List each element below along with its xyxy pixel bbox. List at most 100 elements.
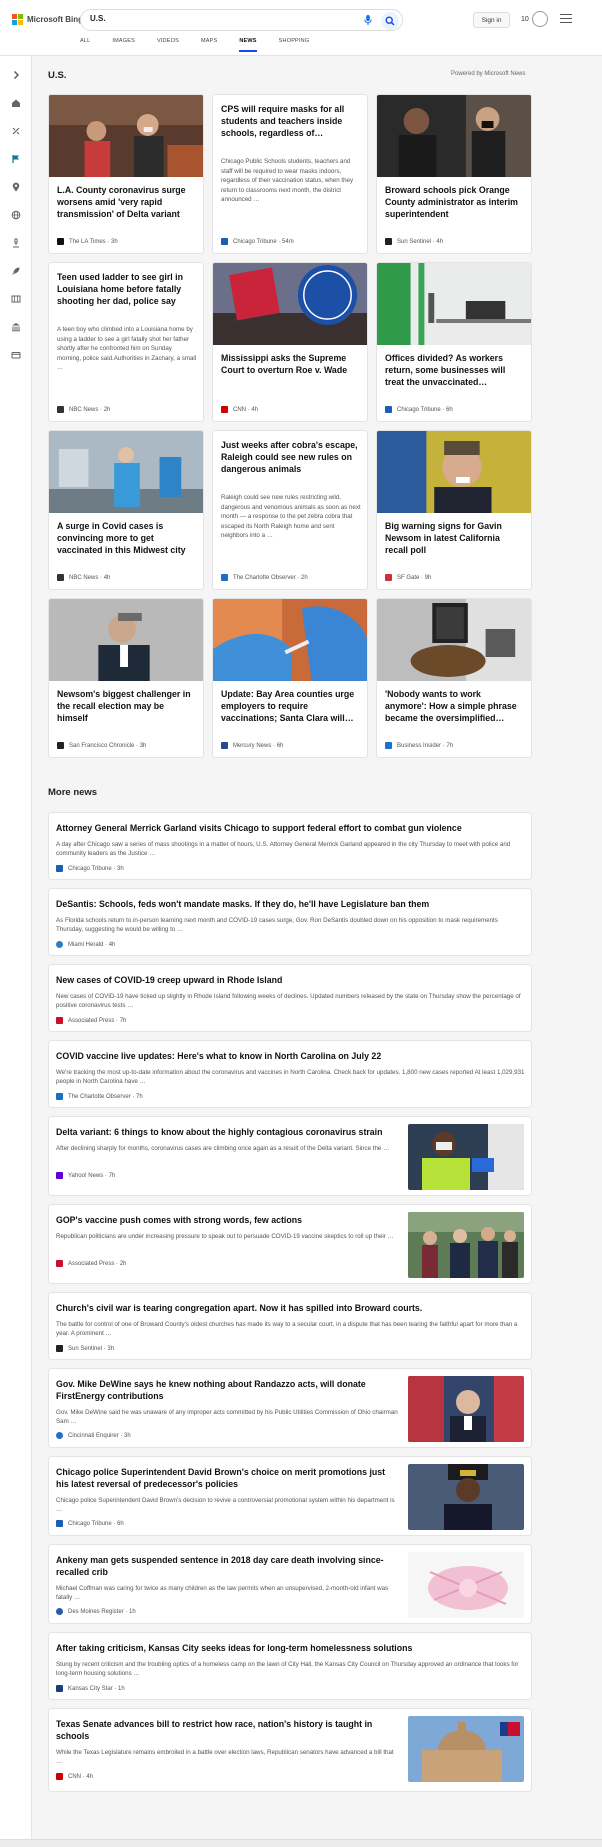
card-icon[interactable] xyxy=(11,350,21,360)
home-icon[interactable] xyxy=(11,98,21,108)
flag-icon[interactable] xyxy=(11,154,21,164)
microscope-icon[interactable] xyxy=(11,238,21,248)
news-card[interactable]: L.A. County coronavirus surge worsens am… xyxy=(48,94,204,254)
news-item-title[interactable]: Ankeny man gets suspended sentence in 20… xyxy=(56,1554,396,1578)
news-item-title[interactable]: Chicago police Superintendent David Brow… xyxy=(56,1466,396,1490)
news-item-source: Cincinnati Enquirer · 3h xyxy=(56,1432,131,1439)
news-item-snippet: As Florida schools return to in-person l… xyxy=(56,917,498,934)
tab-videos[interactable]: VIDEOS xyxy=(157,38,179,52)
source-logo-icon xyxy=(385,742,392,749)
news-card[interactable]: Offices divided? As workers return, some… xyxy=(376,262,532,422)
news-list-item[interactable]: New cases of COVID-19 creep upward in Rh… xyxy=(48,964,532,1032)
news-item-title[interactable]: Church's civil war is tearing congregati… xyxy=(56,1302,524,1314)
news-list-item[interactable]: GOP's vaccine push comes with strong wor… xyxy=(48,1204,532,1284)
card-title[interactable]: L.A. County coronavirus surge worsens am… xyxy=(57,184,197,220)
news-card[interactable]: Newsom's biggest challenger in the recal… xyxy=(48,598,204,758)
news-item-title[interactable]: After taking criticism, Kansas City seek… xyxy=(56,1642,524,1654)
search-box xyxy=(80,9,403,31)
source-logo-icon xyxy=(57,238,64,245)
card-title[interactable]: Newsom's biggest challenger in the recal… xyxy=(57,688,197,724)
tab-shopping[interactable]: SHOPPING xyxy=(279,38,310,52)
tab-images[interactable]: IMAGES xyxy=(112,38,135,52)
globe-icon[interactable] xyxy=(11,210,21,220)
news-image xyxy=(213,599,367,681)
news-item-title[interactable]: Attorney General Merrick Garland visits … xyxy=(56,822,524,834)
bing-logo[interactable]: Microsoft Bing xyxy=(12,14,83,25)
search-input[interactable] xyxy=(90,14,330,23)
news-image xyxy=(377,263,531,345)
news-list-item[interactable]: After taking criticism, Kansas City seek… xyxy=(48,1632,532,1700)
tab-news[interactable]: NEWS xyxy=(239,38,257,52)
news-list-item[interactable]: Texas Senate advances bill to restrict h… xyxy=(48,1708,532,1792)
card-title[interactable]: Update: Bay Area counties urge employers… xyxy=(221,688,361,724)
rewards-count: 10 xyxy=(521,16,529,23)
news-card[interactable]: Just weeks after cobra's escape, Raleigh… xyxy=(212,430,368,590)
news-item-title[interactable]: Delta variant: 6 things to know about th… xyxy=(56,1126,396,1138)
hamburger-menu-icon[interactable] xyxy=(560,14,572,24)
news-item-source: The Charlotte Observer · 7h xyxy=(56,1093,143,1100)
card-title[interactable]: CPS will require masks for all students … xyxy=(221,103,361,139)
card-title[interactable]: Just weeks after cobra's escape, Raleigh… xyxy=(221,439,361,475)
source-logo-icon xyxy=(56,1017,63,1024)
card-title[interactable]: Teen used ladder to see girl in Louisian… xyxy=(57,271,197,307)
news-card[interactable]: Teen used ladder to see girl in Louisian… xyxy=(48,262,204,422)
news-item-title[interactable]: Gov. Mike DeWine says he knew nothing ab… xyxy=(56,1378,396,1402)
source-logo-icon xyxy=(56,941,63,948)
card-snippet: Chicago Public Schools students, teacher… xyxy=(221,158,354,203)
news-card[interactable]: Mississippi asks the Supreme Court to ov… xyxy=(212,262,368,422)
rocket-icon[interactable] xyxy=(11,266,21,276)
news-card[interactable]: A surge in Covid cases is convincing mor… xyxy=(48,430,204,590)
card-title[interactable]: 'Nobody wants to work anymore': How a si… xyxy=(385,688,525,724)
news-item-title[interactable]: DeSantis: Schools, feds won't mandate ma… xyxy=(56,898,524,910)
news-item-title[interactable]: New cases of COVID-19 creep upward in Rh… xyxy=(56,974,524,986)
search-button[interactable] xyxy=(381,12,399,30)
microphone-icon[interactable] xyxy=(362,14,374,26)
news-item-snippet: A day after Chicago saw a series of mass… xyxy=(56,841,511,858)
powered-by-label: Powered by Microsoft News xyxy=(451,71,526,77)
card-title[interactable]: Big warning signs for Gavin Newsom in la… xyxy=(385,520,525,556)
news-list-item[interactable]: DeSantis: Schools, feds won't mandate ma… xyxy=(48,888,532,956)
card-title[interactable]: A surge in Covid cases is convincing mor… xyxy=(57,520,197,556)
source-logo-icon xyxy=(221,406,228,413)
news-list-item[interactable]: Chicago police Superintendent David Brow… xyxy=(48,1456,532,1536)
tools-icon[interactable] xyxy=(11,126,21,136)
news-item-source: Kansas City Star · 1h xyxy=(56,1685,125,1692)
news-item-title[interactable]: COVID vaccine live updates: Here's what … xyxy=(56,1050,524,1062)
tab-maps[interactable]: MAPS xyxy=(201,38,217,52)
brand-name: Microsoft Bing xyxy=(27,15,83,24)
news-image xyxy=(377,95,531,177)
news-list-item[interactable]: COVID vaccine live updates: Here's what … xyxy=(48,1040,532,1108)
sign-in-button[interactable]: Sign in xyxy=(473,12,510,28)
card-title[interactable]: Offices divided? As workers return, some… xyxy=(385,352,525,388)
news-item-source: Yahoo! News · 7h xyxy=(56,1172,115,1179)
news-list-item[interactable]: Church's civil war is tearing congregati… xyxy=(48,1292,532,1360)
news-card[interactable]: Update: Bay Area counties urge employers… xyxy=(212,598,368,758)
film-icon[interactable] xyxy=(11,294,21,304)
source-logo-icon xyxy=(56,1345,63,1352)
news-item-title[interactable]: Texas Senate advances bill to restrict h… xyxy=(56,1718,396,1742)
source-logo-icon xyxy=(57,742,64,749)
news-item-title[interactable]: GOP's vaccine push comes with strong wor… xyxy=(56,1214,396,1226)
chevron-right-icon[interactable] xyxy=(11,70,21,80)
news-list-item[interactable]: Ankeny man gets suspended sentence in 20… xyxy=(48,1544,532,1624)
tab-all[interactable]: ALL xyxy=(80,38,90,52)
news-item-snippet: After declining sharply for months, coro… xyxy=(56,1145,390,1152)
card-source: NBC News · 2h xyxy=(57,406,110,413)
news-card[interactable]: Broward schools pick Orange County admin… xyxy=(376,94,532,254)
news-item-snippet: While the Texas Legislature remains embr… xyxy=(56,1749,394,1766)
news-list-item[interactable]: Gov. Mike DeWine says he knew nothing ab… xyxy=(48,1368,532,1448)
news-list-item[interactable]: Attorney General Merrick Garland visits … xyxy=(48,812,532,880)
news-card[interactable]: 'Nobody wants to work anymore': How a si… xyxy=(376,598,532,758)
card-title[interactable]: Mississippi asks the Supreme Court to ov… xyxy=(221,352,361,376)
location-pin-icon[interactable] xyxy=(11,182,21,192)
news-card[interactable]: CPS will require masks for all students … xyxy=(212,94,368,254)
top-header: Microsoft Bing Sign in 10 ALL IMAGES VID… xyxy=(0,0,602,56)
source-logo-icon xyxy=(56,1093,63,1100)
news-list-item[interactable]: Delta variant: 6 things to know about th… xyxy=(48,1116,532,1196)
news-card[interactable]: Big warning signs for Gavin Newsom in la… xyxy=(376,430,532,590)
left-nav-rail xyxy=(0,56,32,1847)
bank-icon[interactable] xyxy=(11,322,21,332)
card-snippet: A teen boy who climbed into a Louisiana … xyxy=(57,326,197,371)
card-title[interactable]: Broward schools pick Orange County admin… xyxy=(385,184,525,220)
rewards-icon[interactable] xyxy=(532,11,548,27)
